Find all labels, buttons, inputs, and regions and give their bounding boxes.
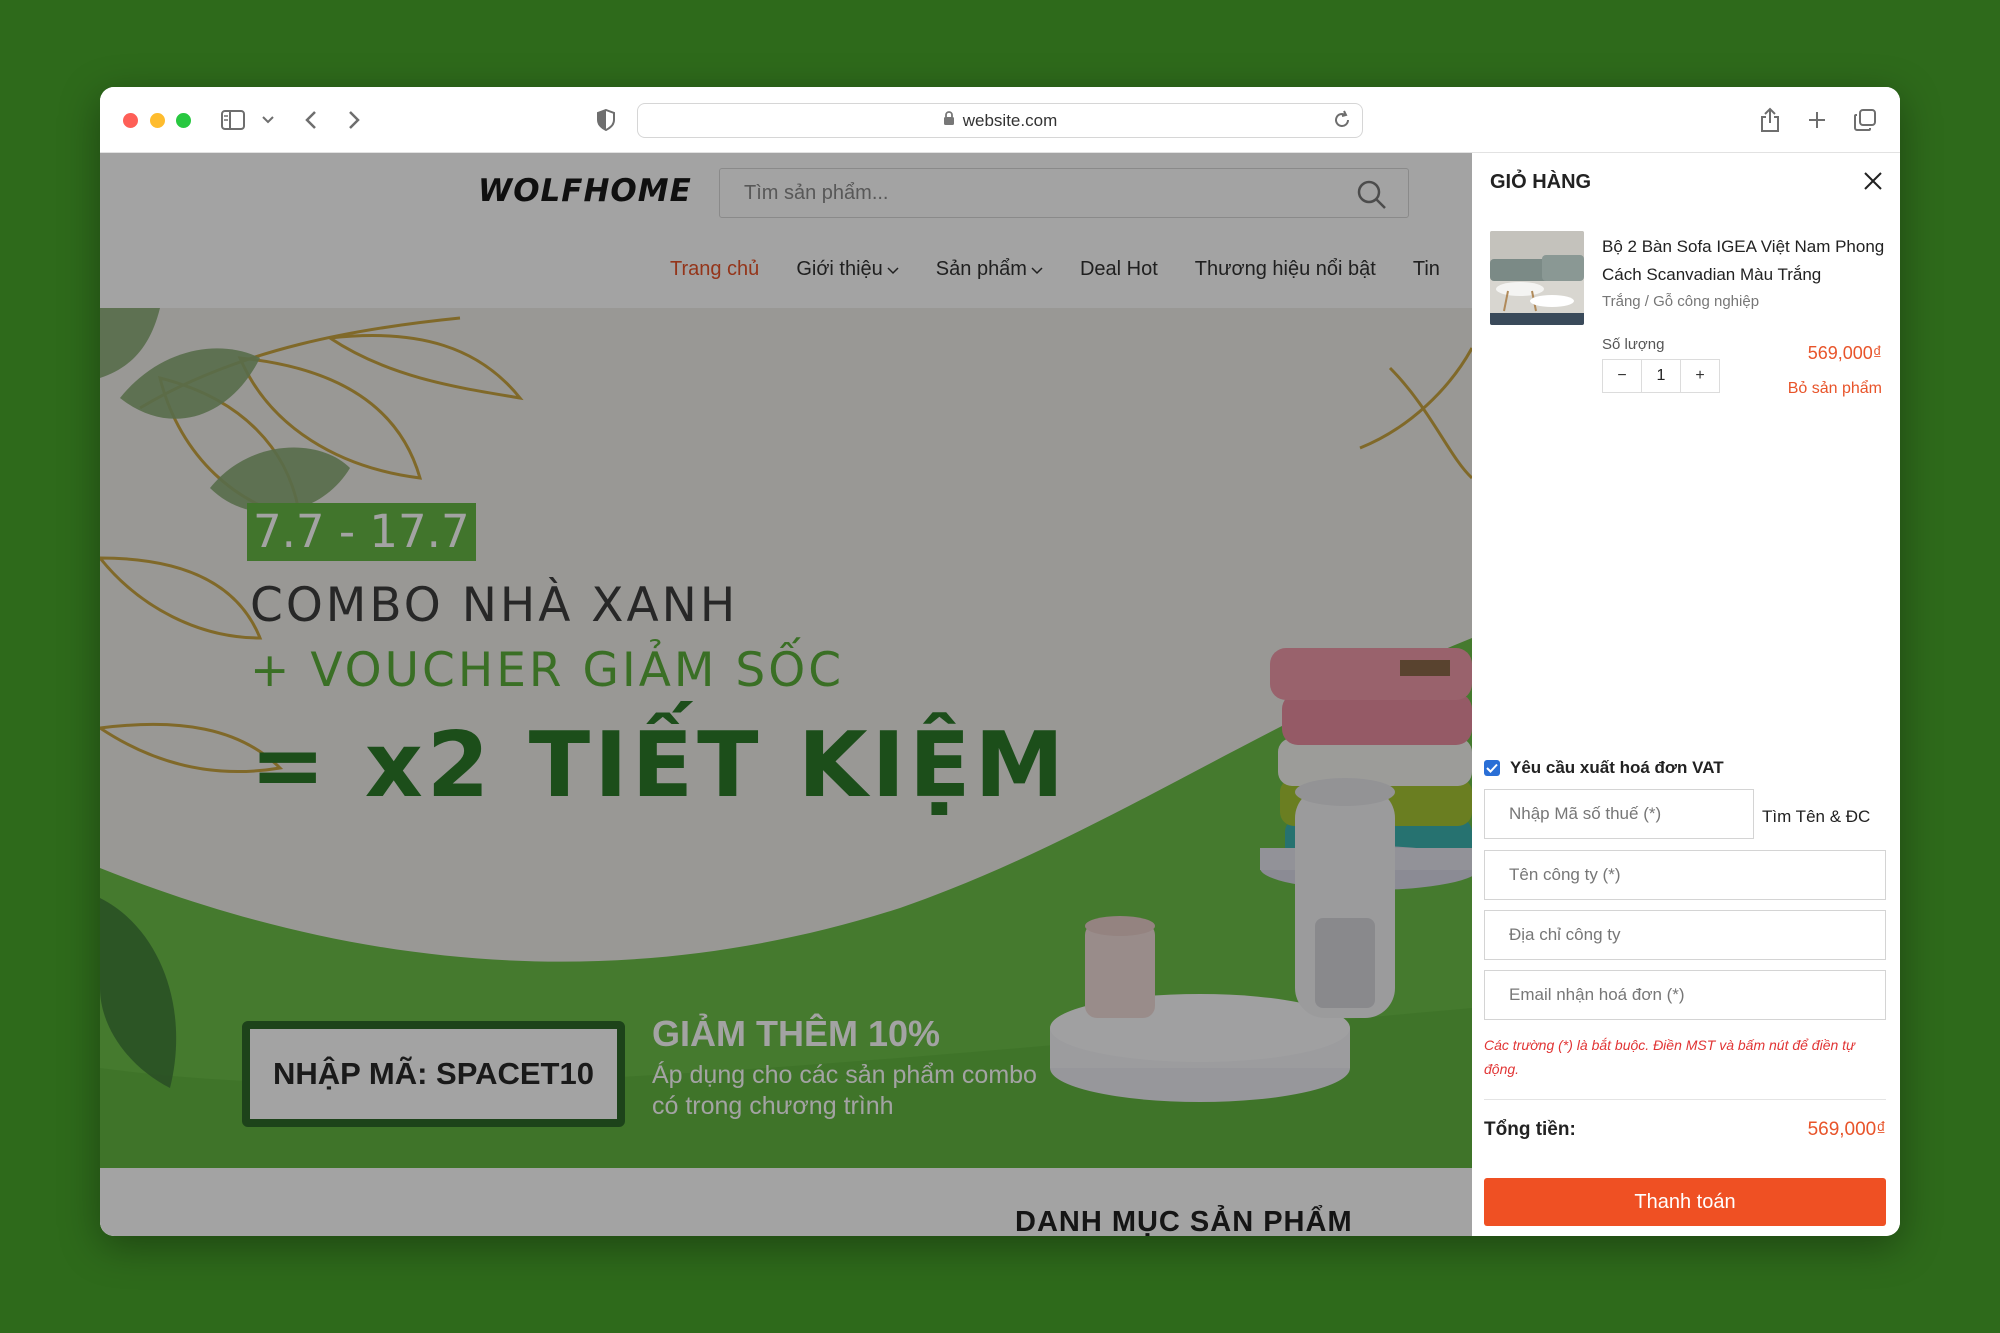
- privacy-shield-icon[interactable]: [594, 105, 618, 135]
- tax-code-input[interactable]: Nhập Mã số thuế (*): [1484, 789, 1754, 839]
- remove-product-link[interactable]: Bỏ sản phẩm: [1788, 380, 1882, 398]
- forward-icon[interactable]: [343, 105, 365, 135]
- quantity-input[interactable]: 1: [1641, 360, 1681, 392]
- maximize-window-button[interactable]: [176, 113, 191, 128]
- product-name[interactable]: Bộ 2 Bàn Sofa IGEA Việt Nam Phong Cách S…: [1602, 233, 1892, 289]
- back-icon[interactable]: [300, 105, 322, 135]
- cart-drawer: GIỎ HÀNG Bộ 2 Bàn Sofa IGEA Việt Nam Pho…: [1472, 153, 1900, 1236]
- company-address-input[interactable]: Địa chỉ công ty: [1484, 910, 1886, 960]
- minimize-window-button[interactable]: [150, 113, 165, 128]
- browser-toolbar: website.com: [100, 87, 1900, 153]
- modal-backdrop[interactable]: [100, 153, 1472, 1236]
- url-text: website.com: [962, 110, 1058, 130]
- new-tab-icon[interactable]: [1805, 105, 1829, 135]
- increase-quantity-button[interactable]: +: [1681, 360, 1719, 392]
- product-variant: Trắng / Gỗ công nghiệp: [1602, 293, 1760, 310]
- quantity-stepper: − 1 +: [1602, 359, 1720, 393]
- address-bar[interactable]: website.com: [637, 103, 1363, 138]
- required-fields-note: Các trường (*) là bắt buộc. Điền MST và …: [1484, 1037, 1855, 1077]
- invoice-email-input[interactable]: Email nhận hoá đơn (*): [1484, 970, 1886, 1020]
- checkout-button[interactable]: Thanh toán: [1484, 1178, 1886, 1226]
- cart-title: GIỎ HÀNG: [1490, 171, 1592, 193]
- close-icon[interactable]: [1863, 171, 1883, 196]
- vat-checkbox-label: Yêu cầu xuất hoá đơn VAT: [1510, 758, 1724, 777]
- browser-window: website.com WOLFHOME Tìm sản phẩm... Tra…: [100, 87, 1900, 1236]
- vat-checkbox[interactable]: [1484, 760, 1500, 776]
- product-price: 569,000₫: [1807, 343, 1882, 363]
- chevron-down-icon[interactable]: [258, 105, 278, 135]
- quantity-label: Số lượng: [1602, 336, 1665, 353]
- total-amount: 569,000₫: [1807, 1119, 1886, 1140]
- decrease-quantity-button[interactable]: −: [1603, 360, 1641, 392]
- close-window-button[interactable]: [123, 113, 138, 128]
- lock-icon: [943, 110, 955, 131]
- reload-icon[interactable]: [1332, 110, 1352, 135]
- tab-overview-icon[interactable]: [1852, 105, 1878, 135]
- total-label: Tổng tiền:: [1484, 1119, 1576, 1140]
- sidebar-icon[interactable]: [218, 105, 248, 135]
- share-icon[interactable]: [1758, 105, 1782, 135]
- product-thumbnail[interactable]: [1490, 231, 1584, 325]
- divider: [1484, 1099, 1886, 1100]
- vat-invoice-option[interactable]: Yêu cầu xuất hoá đơn VAT: [1484, 758, 1724, 778]
- company-name-input[interactable]: Tên công ty (*): [1484, 850, 1886, 900]
- lookup-company-button[interactable]: Tìm Tên & ĐC: [1762, 807, 1870, 827]
